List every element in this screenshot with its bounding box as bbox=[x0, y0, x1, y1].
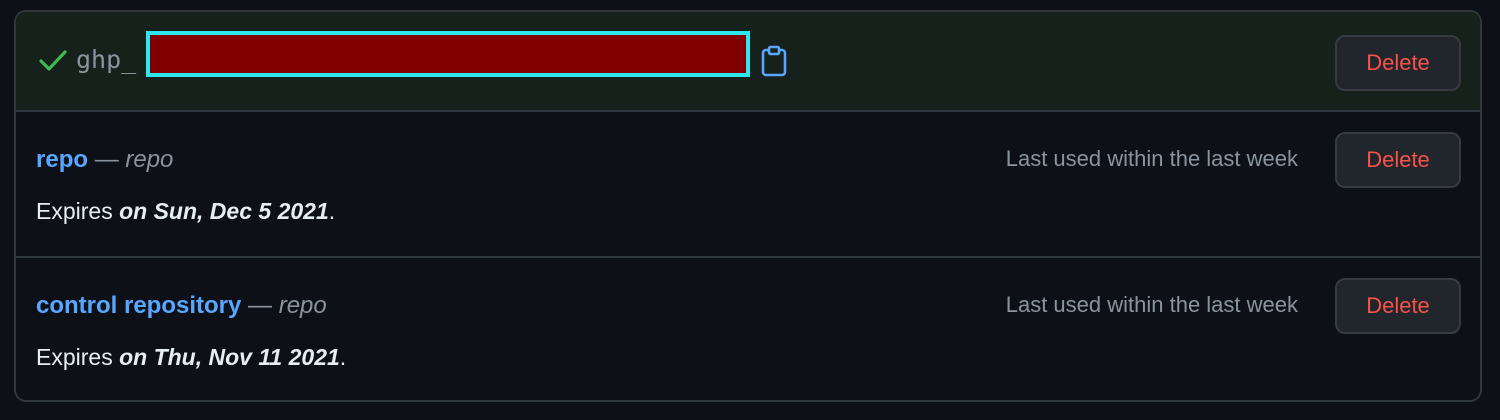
expiration-text: Expires on Sun, Dec 5 2021. bbox=[36, 194, 335, 228]
check-icon bbox=[39, 50, 67, 71]
token-row: repo — repo Last used within the last we… bbox=[16, 112, 1480, 258]
token-title: control repository — repo bbox=[36, 288, 327, 324]
expires-date: on Sun, Dec 5 2021 bbox=[119, 198, 329, 224]
token-scopes: repo bbox=[278, 292, 327, 319]
token-name-link[interactable]: repo bbox=[36, 146, 88, 173]
new-token-row: ghp_ Delete bbox=[16, 12, 1480, 112]
delete-token-button[interactable]: Delete bbox=[1335, 278, 1461, 334]
delete-token-button[interactable]: Delete bbox=[1335, 132, 1461, 188]
token-row: control repository — repo Last used with… bbox=[16, 258, 1480, 400]
title-separator: — bbox=[94, 146, 119, 173]
title-separator: — bbox=[248, 292, 273, 319]
token-scopes: repo bbox=[125, 146, 174, 173]
expires-period: . bbox=[328, 198, 336, 224]
token-title: repo — repo bbox=[36, 142, 173, 178]
last-used-text: Last used within the last week bbox=[1005, 146, 1298, 171]
expires-period: . bbox=[339, 344, 347, 370]
last-used-text: Last used within the last week bbox=[1005, 292, 1298, 317]
delete-new-token-button[interactable]: Delete bbox=[1335, 35, 1461, 91]
expires-date: on Thu, Nov 11 2021 bbox=[119, 344, 340, 370]
expires-label: Expires bbox=[36, 344, 113, 370]
token-value-redacted[interactable] bbox=[146, 31, 750, 77]
token-prefix: ghp_ bbox=[76, 45, 137, 74]
expiration-text: Expires on Thu, Nov 11 2021. bbox=[36, 340, 346, 374]
expires-label: Expires bbox=[36, 198, 113, 224]
personal-access-tokens-list: ghp_ Delete repo — repo Last used within… bbox=[14, 10, 1482, 402]
clipboard-icon[interactable] bbox=[760, 45, 788, 77]
token-name-link[interactable]: control repository bbox=[36, 292, 241, 319]
